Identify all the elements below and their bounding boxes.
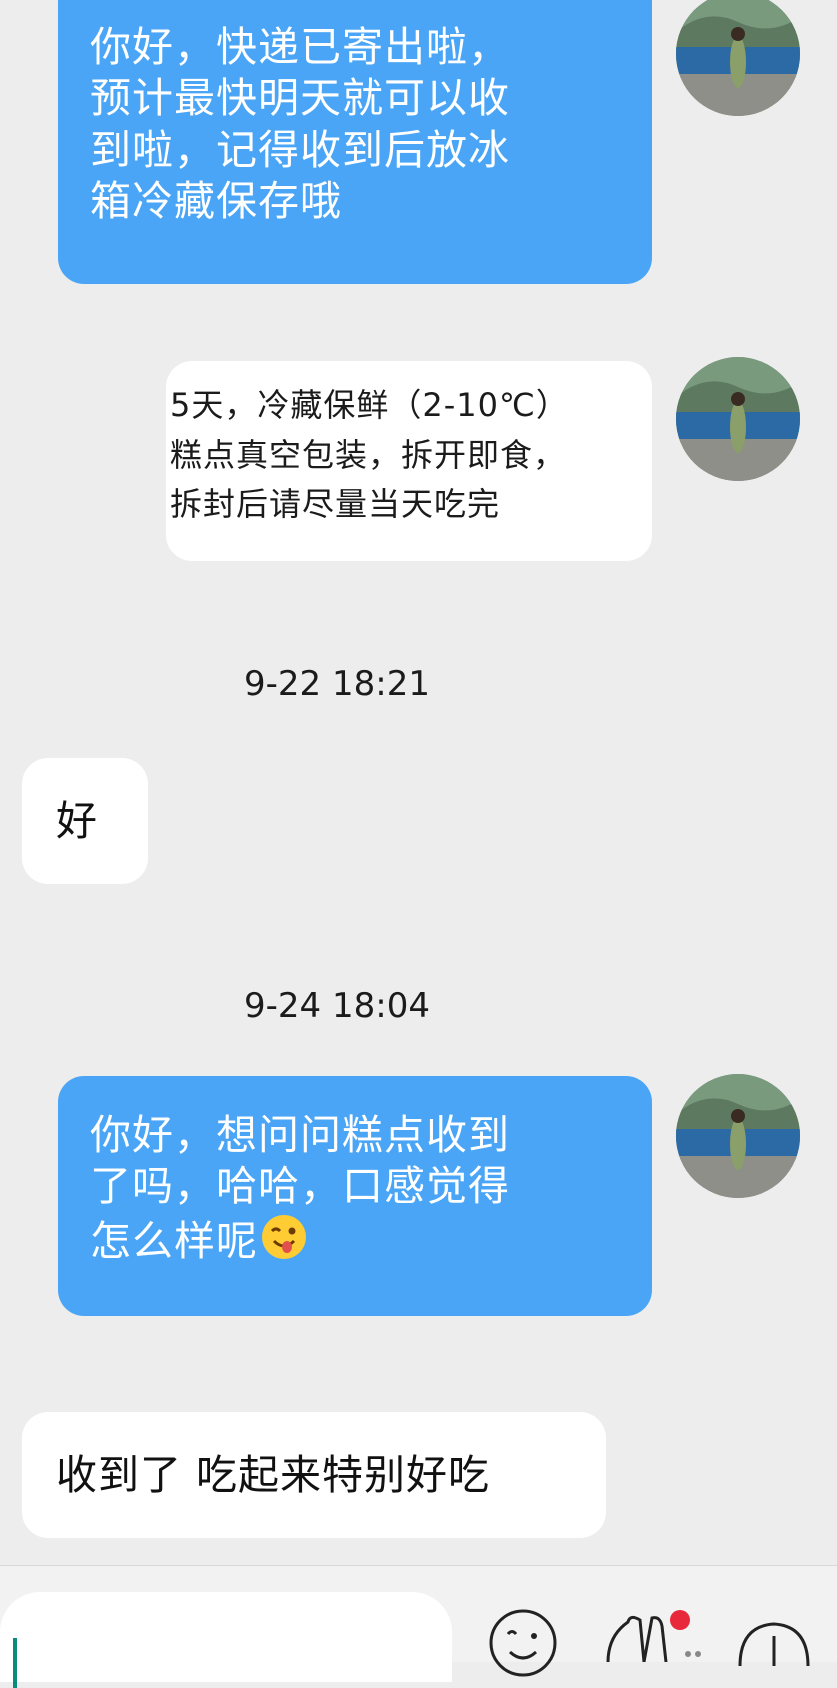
avatar[interactable] (676, 357, 800, 481)
message-line: 了吗，哈哈，口感觉得 (90, 1162, 510, 1211)
message-line: 箱冷藏保存哦 (90, 176, 342, 225)
message-bubble[interactable]: 你好，快递已寄出啦， 预计最快明天就可以收 到啦，记得收到后放冰 箱冷藏保存哦 (58, 0, 652, 284)
wink-tongue-emoji-icon (262, 1214, 306, 1259)
message-image[interactable]: 5天，冷藏保鲜（2-10℃） 糕点真空包装，拆开即食， 拆封后请尽量当天吃完 (166, 361, 652, 561)
message-line-text: 怎么样呢 (90, 1216, 258, 1265)
avatar[interactable] (676, 1074, 800, 1198)
image-text-line: 拆封后请尽量当天吃完 (170, 485, 501, 524)
message-text: 收到了 吃起来特别好吃 (56, 1451, 491, 1499)
avatar[interactable] (676, 0, 800, 116)
avatar-photo-icon (676, 357, 800, 481)
message-outgoing: 你好，快递已寄出啦， 预计最快明天就可以收 到啦，记得收到后放冰 箱冷藏保存哦 (0, 0, 837, 290)
emoji-icon[interactable] (486, 1606, 560, 1680)
message-line: 到啦，记得收到后放冰 (90, 125, 510, 174)
message-outgoing: 5天，冷藏保鲜（2-10℃） 糕点真空包装，拆开即食， 拆封后请尽量当天吃完 (0, 355, 837, 565)
message-bubble[interactable]: 你好，想问问糕点收到 了吗，哈哈，口感觉得 怎么样呢 (58, 1076, 652, 1316)
message-text: 好 (56, 797, 98, 845)
message-outgoing: 你好，想问问糕点收到 了吗，哈哈，口感觉得 怎么样呢 (0, 1074, 837, 1316)
message-incoming: 好 (0, 758, 837, 886)
message-line: 你好，想问问糕点收到 (90, 1111, 510, 1159)
chat-area[interactable]: 你好，快递已寄出啦， 预计最快明天就可以收 到啦，记得收到后放冰 箱冷藏保存哦 … (0, 0, 837, 1565)
message-line: 预计最快明天就可以收 (90, 74, 510, 123)
message-input[interactable] (0, 1592, 452, 1688)
image-text-line: 5天，冷藏保鲜（2-10℃） (170, 386, 569, 424)
message-bubble[interactable]: 收到了 吃起来特别好吃 (22, 1412, 606, 1538)
voice-icon[interactable] (734, 1606, 814, 1666)
timestamp: 9-22 18:21 (244, 664, 430, 704)
message-incoming: 收到了 吃起来特别好吃 (0, 1412, 837, 1540)
image-text-line: 糕点真空包装，拆开即食， (170, 435, 567, 474)
text-cursor (13, 1638, 17, 1688)
timestamp: 9-24 18:04 (244, 986, 430, 1026)
avatar-photo-icon (676, 1074, 800, 1198)
input-bar (0, 1565, 837, 1688)
more-icon[interactable] (600, 1606, 710, 1662)
avatar-photo-icon (676, 0, 800, 116)
message-line: 怎么样呢 (90, 1213, 622, 1267)
message-line: 你好，快递已寄出啦， (90, 23, 510, 71)
message-bubble[interactable]: 好 (22, 758, 148, 884)
